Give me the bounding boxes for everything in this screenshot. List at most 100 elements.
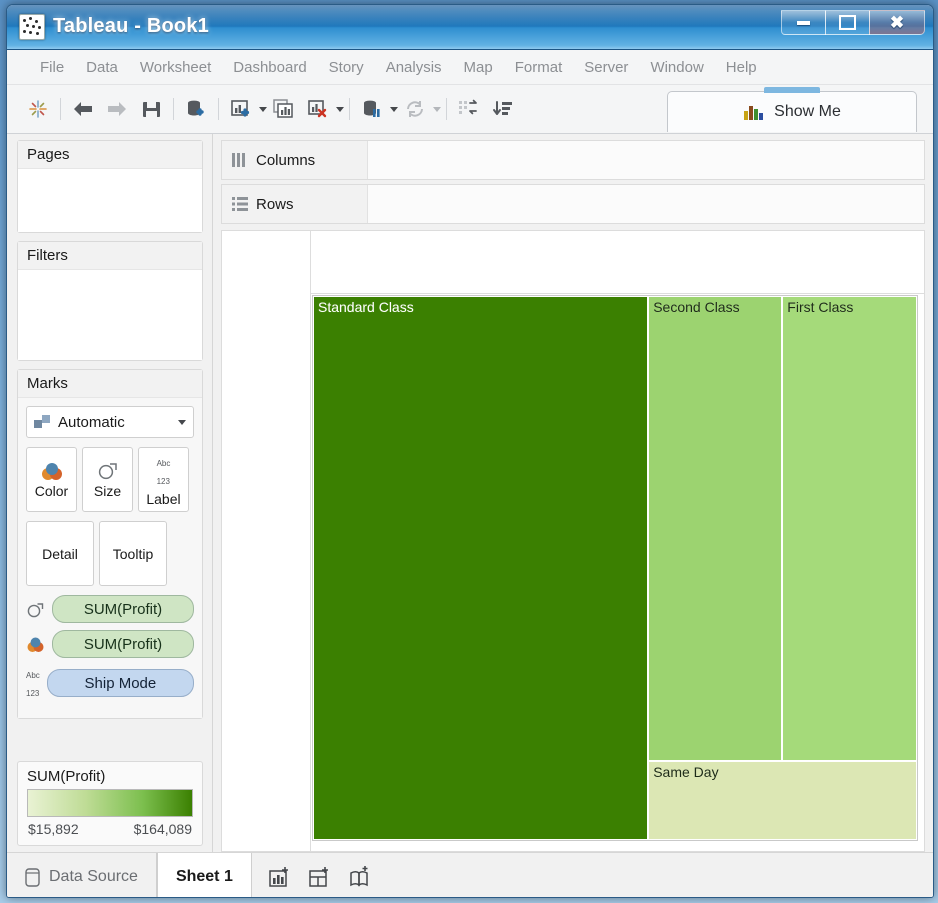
minimize-button[interactable] bbox=[781, 10, 826, 35]
sort-descending-icon[interactable] bbox=[486, 92, 520, 126]
refresh-icon[interactable] bbox=[398, 92, 432, 126]
treemap-tile-label: First Class bbox=[787, 299, 853, 315]
menu-item-server[interactable]: Server bbox=[573, 57, 639, 78]
chevron-down-icon[interactable] bbox=[433, 107, 441, 112]
menu-item-file[interactable]: File bbox=[29, 57, 75, 78]
show-me-label: Show Me bbox=[774, 103, 841, 121]
menu-item-dashboard[interactable]: Dashboard bbox=[222, 57, 317, 78]
filters-shelf-dropzone[interactable] bbox=[18, 270, 202, 360]
marks-pill-row: SUM(Profit) bbox=[26, 595, 194, 623]
menu-item-analysis[interactable]: Analysis bbox=[375, 57, 453, 78]
size-button[interactable]: Size bbox=[82, 447, 133, 512]
color-icon bbox=[40, 461, 64, 481]
color-legend-ramp bbox=[27, 789, 193, 817]
treemap-tile[interactable]: Second Class bbox=[648, 296, 782, 761]
toolbar-separator bbox=[218, 98, 219, 120]
tooltip-button[interactable]: Tooltip bbox=[99, 521, 167, 586]
duplicate-sheet-icon[interactable] bbox=[267, 92, 301, 126]
forward-arrow-icon[interactable] bbox=[100, 92, 134, 126]
close-button[interactable]: ✖ bbox=[869, 10, 925, 35]
menu-item-story[interactable]: Story bbox=[318, 57, 375, 78]
chevron-down-icon[interactable] bbox=[178, 420, 186, 425]
marks-card: Marks Automatic bbox=[17, 369, 203, 719]
label-button[interactable]: Abc123 Label bbox=[138, 447, 189, 512]
pages-shelf-title: Pages bbox=[18, 141, 202, 169]
filters-shelf-title: Filters bbox=[18, 242, 202, 270]
filters-shelf[interactable]: Filters bbox=[17, 241, 203, 361]
color-button-label: Color bbox=[35, 484, 68, 498]
menu-item-window[interactable]: Window bbox=[639, 57, 714, 78]
new-worksheet-icon[interactable] bbox=[268, 866, 292, 888]
show-me-tab-indicator bbox=[764, 87, 820, 93]
pages-shelf-dropzone[interactable] bbox=[18, 169, 202, 232]
menu-item-format[interactable]: Format bbox=[504, 57, 574, 78]
columns-shelf[interactable]: Columns bbox=[221, 140, 925, 180]
menu-item-map[interactable]: Map bbox=[453, 57, 504, 78]
workbook-body: Pages Filters Marks Automatic bbox=[7, 134, 933, 852]
chevron-down-icon[interactable] bbox=[390, 107, 398, 112]
abc123-icon: Abc123 bbox=[26, 665, 40, 701]
chevron-down-icon[interactable] bbox=[336, 107, 344, 112]
size-button-label: Size bbox=[94, 484, 121, 498]
pages-shelf[interactable]: Pages bbox=[17, 140, 203, 233]
worksheet-canvas[interactable]: Standard ClassSecond Class First Class Sam… bbox=[221, 230, 925, 852]
pause-data-source-icon[interactable] bbox=[355, 92, 389, 126]
toolbar: Show Me bbox=[7, 85, 933, 134]
maximize-button[interactable] bbox=[825, 10, 870, 35]
tableau-home-icon[interactable] bbox=[21, 92, 55, 126]
rows-dropzone[interactable] bbox=[368, 185, 924, 223]
new-sheet-buttons bbox=[252, 853, 388, 898]
menu-item-data[interactable]: Data bbox=[75, 57, 129, 78]
treemap-tile[interactable]: First Class bbox=[782, 296, 917, 761]
save-icon[interactable] bbox=[134, 92, 168, 126]
size-icon bbox=[96, 461, 120, 481]
mark-type-dropdown[interactable]: Automatic bbox=[26, 406, 194, 438]
menu-item-worksheet[interactable]: Worksheet bbox=[129, 57, 222, 78]
marks-property-row-2: Detail Tooltip bbox=[26, 521, 194, 586]
marks-property-row-1: Color Size Abc123 bbox=[26, 447, 194, 512]
bar-chart-icon bbox=[743, 103, 765, 121]
toolbar-separator bbox=[349, 98, 350, 120]
toolbar-separator bbox=[60, 98, 61, 120]
data-source-tab[interactable]: Data Source bbox=[7, 853, 157, 898]
treemap-chart[interactable]: Standard ClassSecond Class First Class Sam… bbox=[312, 295, 918, 841]
menu-item-help[interactable]: Help bbox=[715, 57, 768, 78]
data-source-tab-label: Data Source bbox=[49, 868, 138, 886]
treemap-tile[interactable]: Same Day bbox=[648, 761, 917, 840]
marks-pill-label[interactable]: Ship Mode bbox=[47, 669, 194, 697]
sidebar: Pages Filters Marks Automatic bbox=[7, 134, 213, 852]
sheet-tab-sheet-1[interactable]: Sheet 1 bbox=[157, 853, 252, 898]
new-data-source-icon[interactable] bbox=[179, 92, 213, 126]
new-story-icon[interactable] bbox=[348, 866, 372, 888]
columns-dropzone[interactable] bbox=[368, 141, 924, 179]
columns-icon bbox=[232, 153, 248, 167]
tableau-logo-icon bbox=[19, 14, 45, 40]
new-worksheet-icon[interactable] bbox=[224, 92, 258, 126]
bottom-tab-bar: Data Source Sheet 1 bbox=[7, 852, 933, 898]
detail-button[interactable]: Detail bbox=[26, 521, 94, 586]
window-controls: ✖ bbox=[782, 10, 925, 35]
toolbar-separator bbox=[173, 98, 174, 120]
automatic-mark-icon bbox=[34, 415, 51, 429]
color-legend: SUM(Profit) $15,892 $164,089 bbox=[17, 761, 203, 846]
marks-pill-size[interactable]: SUM(Profit) bbox=[52, 595, 194, 623]
chevron-down-icon[interactable] bbox=[259, 107, 267, 112]
mark-type-label: Automatic bbox=[58, 414, 170, 431]
new-dashboard-icon[interactable] bbox=[308, 866, 332, 888]
marks-card-title: Marks bbox=[18, 370, 202, 398]
window-title: Tableau - Book1 bbox=[53, 15, 209, 38]
marks-pill-row: Abc123 Ship Mode bbox=[26, 665, 194, 701]
tooltip-button-label: Tooltip bbox=[113, 547, 153, 561]
swap-rows-columns-icon[interactable] bbox=[452, 92, 486, 126]
title-bar: Tableau - Book1 ✖ bbox=[7, 5, 933, 50]
back-arrow-icon[interactable] bbox=[66, 92, 100, 126]
clear-sheet-icon[interactable] bbox=[301, 92, 335, 126]
rows-label-text: Rows bbox=[256, 196, 294, 213]
label-button-label: Label bbox=[146, 492, 180, 506]
color-legend-title: SUM(Profit) bbox=[18, 762, 202, 789]
treemap-tile[interactable]: Standard Class bbox=[313, 296, 648, 840]
color-button[interactable]: Color bbox=[26, 447, 77, 512]
marks-pill-color[interactable]: SUM(Profit) bbox=[52, 630, 194, 658]
show-me-button[interactable]: Show Me bbox=[667, 91, 917, 132]
rows-shelf[interactable]: Rows bbox=[221, 184, 925, 224]
